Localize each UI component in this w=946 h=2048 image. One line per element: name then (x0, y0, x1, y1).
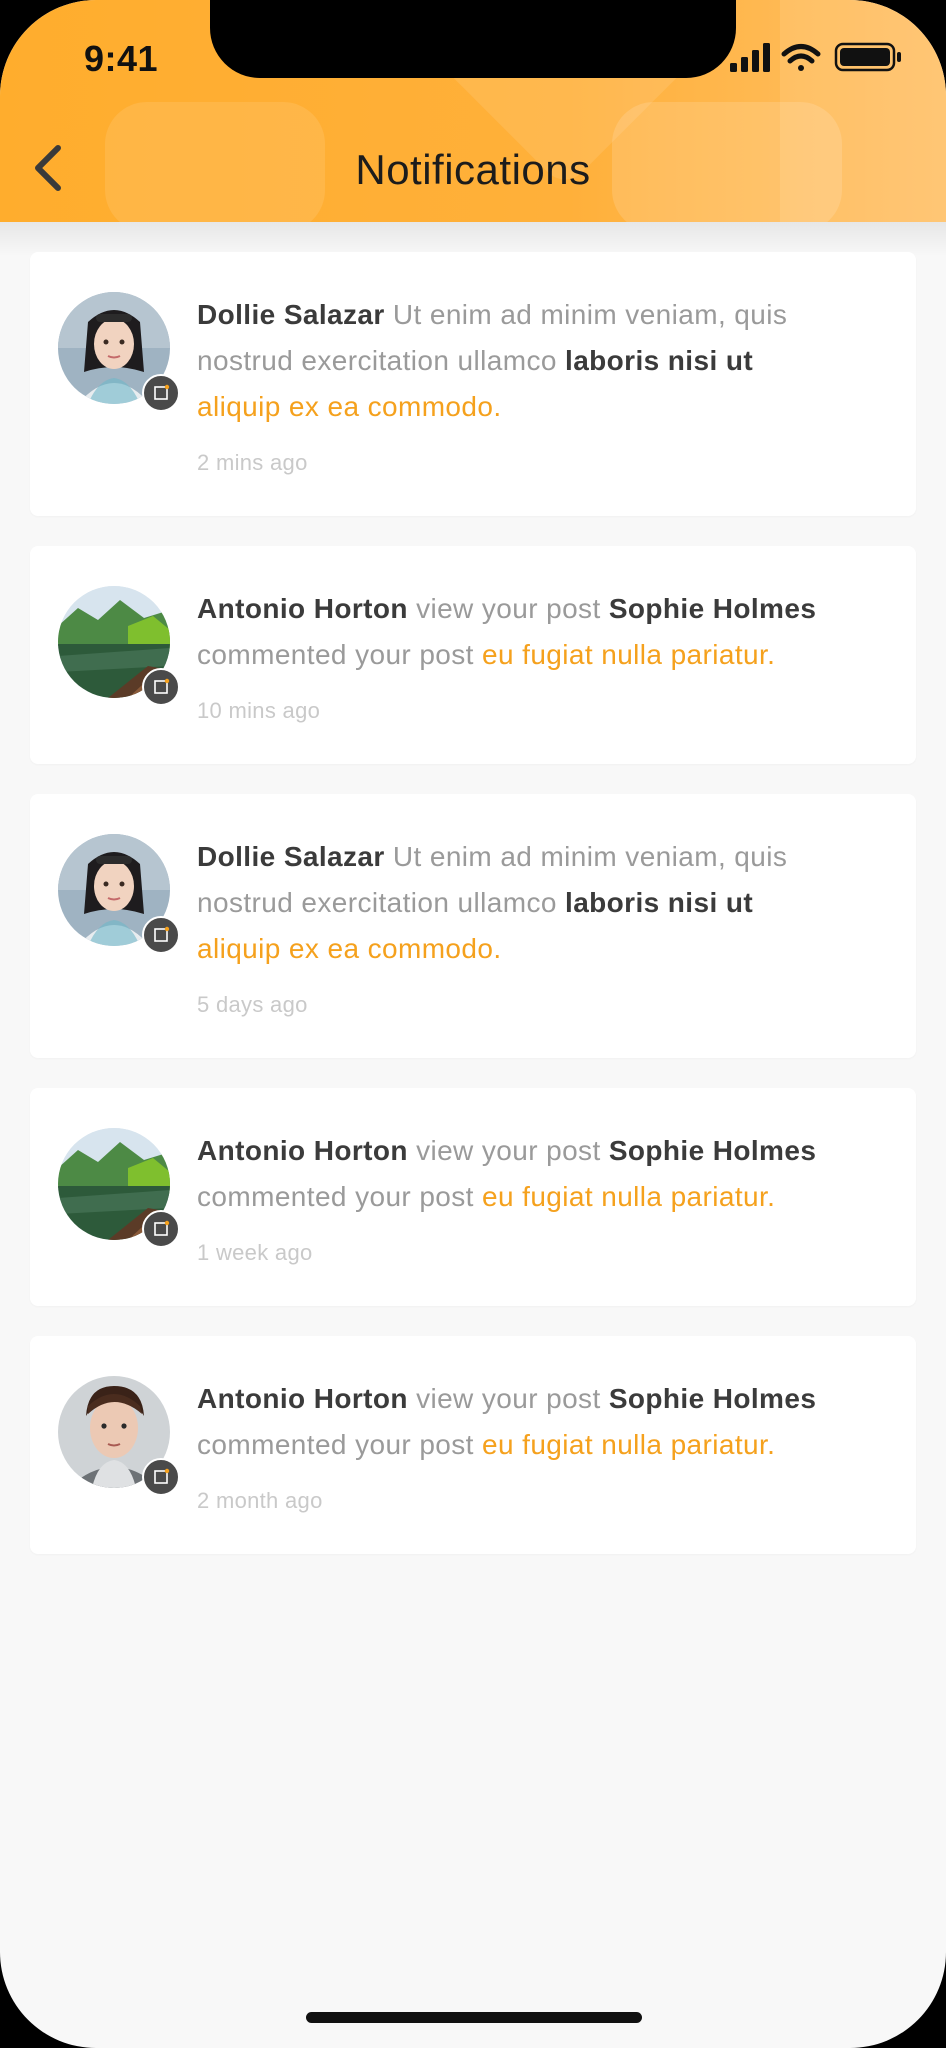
status-time: 9:41 (84, 38, 159, 79)
notification-text: Dollie Salazar Ut enim ad minim veniam, … (197, 292, 897, 430)
header-bar: 9:41 Notifications (0, 0, 946, 222)
notification-card[interactable]: Dollie Salazar Ut enim ad minim veniam, … (30, 794, 916, 1058)
header-shadow (0, 222, 946, 256)
notification-message: commented your post (197, 1181, 474, 1212)
status-icons (700, 40, 910, 74)
notification-highlight-link[interactable]: aliquip ex ea commodo. (197, 933, 502, 964)
notification-time: 5 days ago (197, 992, 308, 1017)
notification-message: Ut enim ad minim veniam, quis (392, 299, 788, 330)
notification-card[interactable]: Antonio Horton view your post Sophie Hol… (30, 1336, 916, 1554)
notification-card[interactable]: Antonio Horton view your post Sophie Hol… (30, 1088, 916, 1306)
notification-message: commented your post (197, 639, 474, 670)
notification-message: view your post (416, 593, 601, 624)
cellular-signal-icon (730, 43, 770, 72)
notification-time: 10 mins ago (197, 698, 321, 723)
notification-text: Antonio Horton view your post Sophie Hol… (197, 586, 897, 678)
notification-message: Ut enim ad minim veniam, quis (392, 841, 788, 872)
notification-time: 2 mins ago (197, 450, 308, 475)
notification-message: view your post (416, 1135, 601, 1166)
phone-screen: 9:41 Notifications Dollie Salazar Ut eni… (0, 0, 946, 2048)
wifi-icon (781, 44, 821, 71)
notification-text: Antonio Horton view your post Sophie Hol… (197, 1376, 897, 1468)
notification-user-name[interactable]: Antonio Horton (197, 1383, 408, 1414)
post-badge-icon (142, 668, 180, 706)
notification-user-name[interactable]: Dollie Salazar (197, 841, 385, 872)
post-badge-icon (142, 916, 180, 954)
notification-card[interactable]: Dollie Salazar Ut enim ad minim veniam, … (30, 252, 916, 516)
home-indicator[interactable] (306, 2012, 642, 2023)
notification-emphasis: laboris nisi ut (565, 345, 754, 376)
notification-target-name[interactable]: Sophie Holmes (609, 1135, 816, 1166)
notification-target-name[interactable]: Sophie Holmes (609, 593, 816, 624)
notification-user-name[interactable]: Dollie Salazar (197, 299, 385, 330)
post-badge-icon (142, 1458, 180, 1496)
notification-highlight-link[interactable]: eu fugiat nulla pariatur. (482, 1429, 775, 1460)
notification-list: Dollie Salazar Ut enim ad minim veniam, … (30, 252, 916, 1584)
notification-text: Dollie Salazar Ut enim ad minim veniam, … (197, 834, 897, 972)
battery-icon (834, 42, 901, 72)
notification-highlight-link[interactable]: eu fugiat nulla pariatur. (482, 639, 775, 670)
notification-user-name[interactable]: Antonio Horton (197, 593, 408, 624)
notification-highlight-link[interactable]: eu fugiat nulla pariatur. (482, 1181, 775, 1212)
notification-user-name[interactable]: Antonio Horton (197, 1135, 408, 1166)
notification-time: 2 month ago (197, 1488, 323, 1513)
device-notch (210, 0, 736, 78)
notification-message: commented your post (197, 1429, 474, 1460)
page-title: Notifications (355, 146, 591, 193)
notification-text: Antonio Horton view your post Sophie Hol… (197, 1128, 897, 1220)
notification-message: nostrud exercitation ullamco (197, 887, 557, 918)
notification-message: view your post (416, 1383, 601, 1414)
post-badge-icon (142, 374, 180, 412)
notification-time: 1 week ago (197, 1240, 313, 1265)
notification-emphasis: laboris nisi ut (565, 887, 754, 918)
notification-highlight-link[interactable]: aliquip ex ea commodo. (197, 391, 502, 422)
notification-target-name[interactable]: Sophie Holmes (609, 1383, 816, 1414)
notification-message: nostrud exercitation ullamco (197, 345, 557, 376)
notification-card[interactable]: Antonio Horton view your post Sophie Hol… (30, 546, 916, 764)
post-badge-icon (142, 1210, 180, 1248)
